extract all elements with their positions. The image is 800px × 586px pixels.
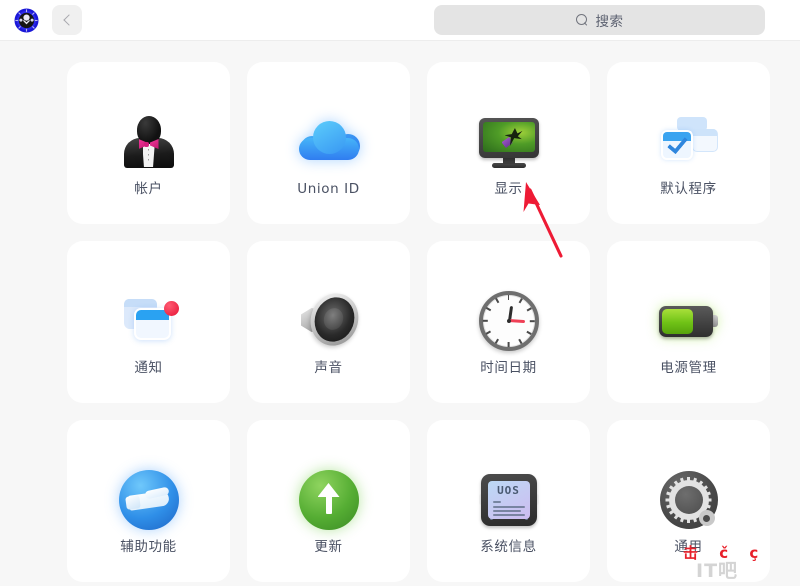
default-apps-check-icon <box>657 110 721 174</box>
module-card-label: 默认程序 <box>660 181 717 197</box>
battery-icon <box>657 289 721 353</box>
gear-icon <box>657 468 721 532</box>
search-input[interactable]: 搜索 <box>434 5 765 35</box>
module-card-unionid[interactable]: Union ID <box>247 62 410 224</box>
settings-grid: 帐户 Union ID 显示 默认程序 通知 声音 时间日期 电源管理 辅助功能… <box>67 62 800 582</box>
chip-brand-text: UOS <box>497 484 520 497</box>
module-card-datetime[interactable]: 时间日期 <box>427 241 590 403</box>
notification-windows-badge-icon <box>117 289 181 353</box>
clock-icon <box>477 289 541 353</box>
module-card-default-apps[interactable]: 默认程序 <box>607 62 770 224</box>
module-card-general[interactable]: 通用 <box>607 420 770 582</box>
chevron-left-icon <box>62 14 75 26</box>
monitor-icon <box>477 110 541 174</box>
back-button[interactable] <box>52 5 82 35</box>
module-card-accessibility[interactable]: 辅助功能 <box>67 420 230 582</box>
search-icon <box>575 13 589 27</box>
module-card-label: 通知 <box>134 360 163 376</box>
module-card-label: 声音 <box>314 360 343 376</box>
module-card-system-info[interactable]: UOS 系统信息 <box>427 420 590 582</box>
module-card-label: 系统信息 <box>480 539 537 555</box>
settings-grid-container: 帐户 Union ID 显示 默认程序 通知 声音 时间日期 电源管理 辅助功能… <box>0 41 800 586</box>
module-card-label: 帐户 <box>134 181 163 197</box>
module-card-label: 显示 <box>494 181 523 197</box>
app-logo-icon <box>14 8 39 33</box>
module-card-account[interactable]: 帐户 <box>67 62 230 224</box>
module-card-sound[interactable]: 声音 <box>247 241 410 403</box>
title-bar: 搜索 <box>0 0 800 41</box>
person-tuxedo-icon <box>117 110 181 174</box>
module-card-label: 辅助功能 <box>120 539 177 555</box>
module-card-label: 电源管理 <box>660 360 717 376</box>
module-card-label: 通用 <box>674 539 703 555</box>
search-placeholder: 搜索 <box>595 14 624 29</box>
module-card-label: Union ID <box>297 181 360 197</box>
module-card-power[interactable]: 电源管理 <box>607 241 770 403</box>
hand-accessibility-icon <box>117 468 181 532</box>
speaker-icon <box>297 286 366 353</box>
uos-chip-icon: UOS <box>477 468 541 532</box>
module-card-label: 时间日期 <box>480 360 537 376</box>
cloud-icon <box>297 110 361 174</box>
arrow-up-circle-icon <box>297 468 361 532</box>
module-card-update[interactable]: 更新 <box>247 420 410 582</box>
module-card-label: 更新 <box>314 539 343 555</box>
module-card-display[interactable]: 显示 <box>427 62 590 224</box>
module-card-notification[interactable]: 通知 <box>67 241 230 403</box>
